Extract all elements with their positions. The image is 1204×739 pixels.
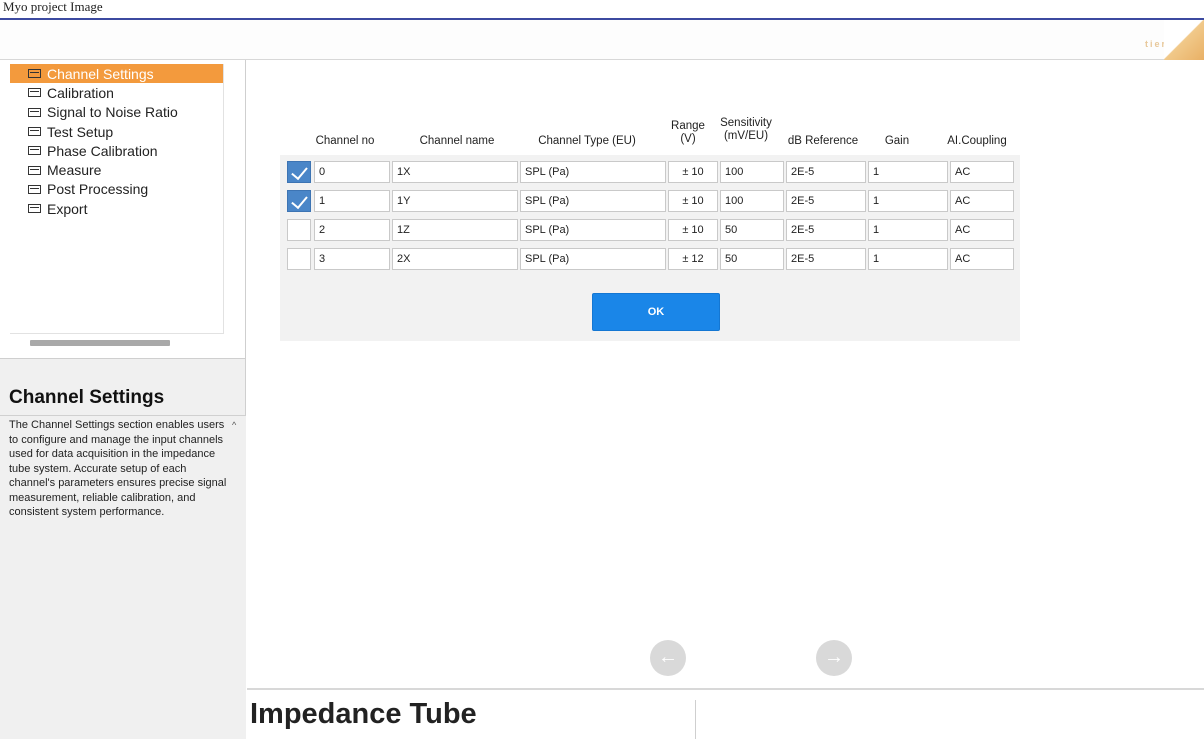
nav-item-export[interactable]: Export	[10, 199, 223, 218]
header-db-reference: dB Reference	[787, 135, 859, 147]
nav-item-label: Phase Calibration	[47, 142, 158, 159]
help-title: Channel Settings	[9, 387, 165, 408]
footer-divider	[695, 700, 696, 739]
window-icon	[28, 69, 41, 79]
brand-wedge	[1164, 20, 1204, 60]
channel-checkbox[interactable]	[287, 248, 311, 270]
scroll-up-icon[interactable]: ^	[232, 420, 236, 430]
range-cell[interactable]: ± 10	[668, 190, 718, 212]
channel-type-cell[interactable]: SPL (Pa)	[520, 161, 666, 183]
db-reference-cell[interactable]: 2E-5	[786, 219, 866, 241]
header-gain: Gain	[884, 135, 910, 147]
db-reference-cell[interactable]: 2E-5	[786, 248, 866, 270]
channel-name-cell[interactable]: 1Z	[392, 219, 518, 241]
channel-type-cell[interactable]: SPL (Pa)	[520, 248, 666, 270]
gain-cell[interactable]: 1	[868, 190, 948, 212]
nav-item-test-setup[interactable]: Test Setup	[10, 122, 223, 141]
coupling-cell[interactable]: AC	[950, 161, 1014, 183]
channel-no-cell[interactable]: 3	[314, 248, 390, 270]
sensitivity-cell[interactable]: 50	[720, 219, 784, 241]
db-reference-cell[interactable]: 2E-5	[786, 161, 866, 183]
header-channel-name: Channel name	[419, 135, 495, 147]
window-title: Myo project Image	[3, 0, 103, 14]
coupling-cell[interactable]: AC	[950, 219, 1014, 241]
nav-item-phase-calibration[interactable]: Phase Calibration	[10, 141, 223, 160]
channel-checkbox[interactable]	[287, 219, 311, 241]
nav-panel: Channel Settings Calibration Signal to N…	[0, 60, 246, 358]
gain-cell[interactable]: 1	[868, 248, 948, 270]
back-arrow-icon[interactable]: ←	[650, 640, 686, 676]
header-sensitivity-line2: (mV/EU)	[723, 130, 769, 142]
nav-tree: Channel Settings Calibration Signal to N…	[10, 64, 224, 334]
nav-item-label: Measure	[47, 162, 102, 179]
header-channel-no: Channel no	[315, 135, 375, 147]
channel-checkbox[interactable]	[287, 161, 311, 183]
nav-item-label: Export	[47, 200, 88, 217]
nav-item-label: Channel Settings	[47, 65, 154, 82]
window-icon	[28, 107, 41, 117]
header-coupling: AI.Coupling	[947, 135, 1007, 147]
range-cell[interactable]: ± 10	[668, 219, 718, 241]
channel-type-cell[interactable]: SPL (Pa)	[520, 190, 666, 212]
window-titlebar: Myo project Image	[0, 0, 1204, 20]
window-icon	[28, 165, 41, 175]
header-range-line2: (V)	[680, 133, 696, 145]
window-icon	[28, 204, 41, 214]
help-text: The Channel Settings section enables use…	[9, 419, 227, 518]
ok-button[interactable]: OK	[592, 293, 720, 331]
nav-item-label: Signal to Noise Ratio	[47, 104, 178, 121]
nav-item-label: Post Processing	[47, 181, 149, 198]
help-panel: Channel Settings The Channel Settings se…	[0, 358, 246, 739]
nav-item-channel-settings[interactable]: Channel Settings	[10, 64, 223, 84]
brand-logo: tiera	[1094, 20, 1204, 60]
channel-name-cell[interactable]: 1Y	[392, 190, 518, 212]
channel-type-cell[interactable]: SPL (Pa)	[520, 219, 666, 241]
app-title: Impedance Tube	[250, 698, 477, 730]
window-icon	[28, 184, 41, 194]
header-sensitivity: Sensitivity (mV/EU)	[713, 117, 779, 143]
footer-bar: Impedance Tube	[247, 688, 1204, 739]
window-icon	[28, 127, 41, 137]
gain-cell[interactable]: 1	[868, 219, 948, 241]
header-sensitivity-line1: Sensitivity	[720, 117, 772, 129]
channel-no-cell[interactable]: 2	[314, 219, 390, 241]
app-header: tiera	[0, 20, 1204, 60]
window-icon	[28, 88, 41, 98]
range-cell[interactable]: ± 10	[668, 161, 718, 183]
main-content: Channel no Channel name Channel Type (EU…	[247, 60, 1204, 688]
header-range-line1: Range	[671, 120, 705, 132]
gain-cell[interactable]: 1	[868, 161, 948, 183]
range-cell[interactable]: ± 12	[668, 248, 718, 270]
channel-name-cell[interactable]: 1X	[392, 161, 518, 183]
next-arrow-icon[interactable]: →	[816, 640, 852, 676]
window-icon	[28, 146, 41, 156]
nav-item-label: Test Setup	[47, 123, 114, 140]
channel-no-cell[interactable]: 1	[314, 190, 390, 212]
coupling-cell[interactable]: AC	[950, 190, 1014, 212]
sensitivity-cell[interactable]: 100	[720, 190, 784, 212]
channel-checkbox[interactable]	[287, 190, 311, 212]
nav-horizontal-scrollbar[interactable]	[30, 340, 170, 346]
nav-item-label: Calibration	[47, 84, 114, 101]
sensitivity-cell[interactable]: 50	[720, 248, 784, 270]
help-body: The Channel Settings section enables use…	[0, 415, 246, 739]
channel-no-cell[interactable]: 0	[314, 161, 390, 183]
header-channel-type: Channel Type (EU)	[538, 135, 636, 147]
header-range: Range (V)	[665, 120, 711, 146]
nav-item-signal-to-noise-ratio[interactable]: Signal to Noise Ratio	[10, 103, 223, 122]
nav-item-calibration[interactable]: Calibration	[10, 83, 223, 102]
coupling-cell[interactable]: AC	[950, 248, 1014, 270]
channel-name-cell[interactable]: 2X	[392, 248, 518, 270]
nav-item-post-processing[interactable]: Post Processing	[10, 180, 223, 199]
nav-item-measure[interactable]: Measure	[10, 160, 223, 179]
db-reference-cell[interactable]: 2E-5	[786, 190, 866, 212]
sensitivity-cell[interactable]: 100	[720, 161, 784, 183]
